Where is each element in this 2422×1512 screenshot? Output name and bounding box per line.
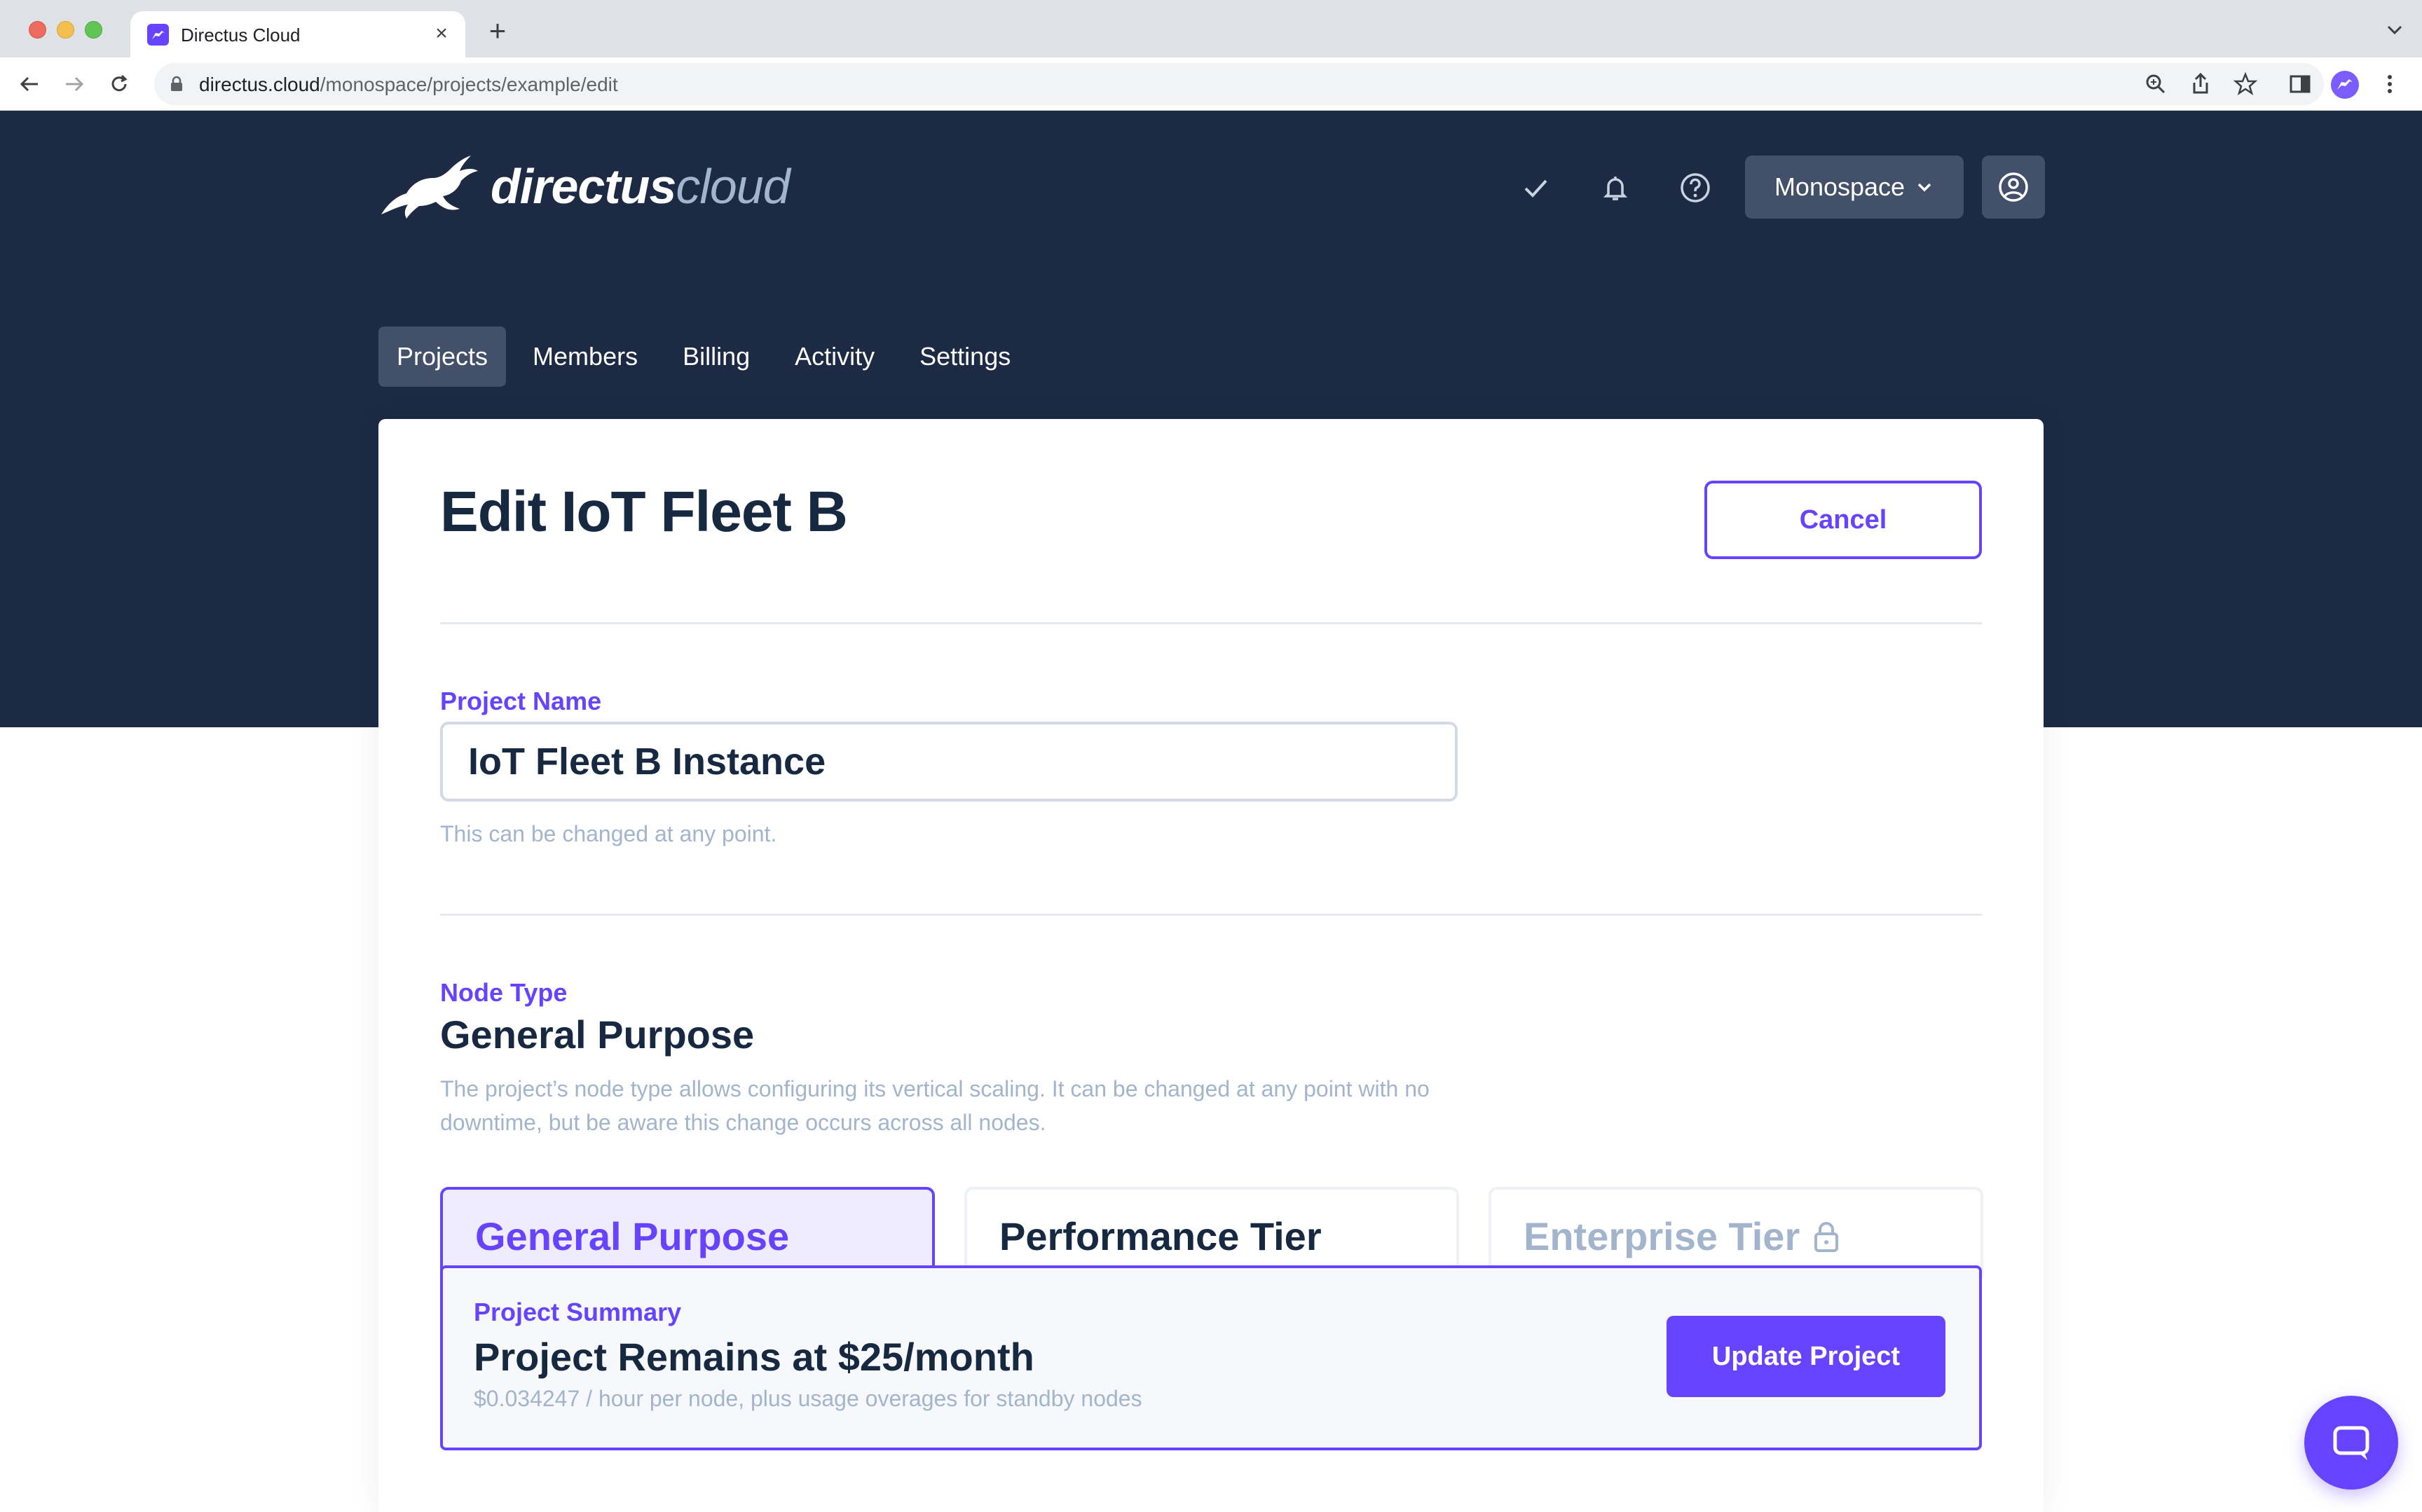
- profile-avatar[interactable]: [2331, 71, 2359, 99]
- user-circle-icon: [1999, 172, 2028, 202]
- window-minimize-button[interactable]: [57, 21, 74, 39]
- logo-word-directus: directus: [491, 159, 676, 214]
- lock-icon: [1814, 1221, 1839, 1252]
- side-panel-icon[interactable]: [2287, 71, 2313, 97]
- url-host: directus.cloud: [199, 74, 320, 95]
- browser-toolbar: directus.cloud/monospace/projects/exampl…: [0, 57, 2422, 111]
- share-icon[interactable]: [2188, 71, 2213, 97]
- directus-favicon-icon: [147, 24, 169, 46]
- tab-search-chevron-icon[interactable]: [2383, 20, 2407, 41]
- node-type-label: Node Type: [440, 978, 568, 1007]
- project-name-label: Project Name: [440, 687, 602, 715]
- new-tab-icon[interactable]: +: [484, 16, 512, 46]
- tier-name: General Purpose: [475, 1214, 790, 1258]
- bell-icon[interactable]: [1596, 169, 1634, 207]
- browser-tab-bar: Directus Cloud × +: [0, 0, 2422, 57]
- lock-icon: [171, 76, 182, 91]
- nav-tab-settings[interactable]: Settings: [901, 327, 1029, 387]
- project-name-input[interactable]: [440, 722, 1458, 802]
- nav-tab-projects[interactable]: Projects: [378, 327, 507, 387]
- summary-title: Project Remains at $25/month: [474, 1335, 1034, 1379]
- chat-icon: [2333, 1426, 2369, 1460]
- window-close-button[interactable]: [29, 21, 46, 39]
- browser-tab[interactable]: Directus Cloud ×: [130, 11, 465, 57]
- help-icon[interactable]: [1676, 169, 1714, 207]
- summary-subtitle: $0.034247 / hour per node, plus usage ov…: [474, 1386, 1142, 1411]
- logo-word-cloud: cloud: [676, 159, 790, 214]
- main-navigation: Projects Members Billing Activity Settin…: [378, 326, 1029, 387]
- summary-label: Project Summary: [474, 1298, 682, 1326]
- address-bar[interactable]: directus.cloud/monospace/projects/exampl…: [154, 63, 2324, 105]
- chevron-down-icon: [1917, 183, 1931, 192]
- nav-tab-activity[interactable]: Activity: [776, 327, 893, 387]
- browser-menu-icon[interactable]: [2377, 71, 2402, 97]
- check-icon[interactable]: [1517, 169, 1554, 207]
- user-menu-button[interactable]: [1982, 156, 2045, 219]
- tier-card-enterprise: Enterprise Tier: [1489, 1187, 1983, 1278]
- support-chat-button[interactable]: [2304, 1396, 2398, 1490]
- project-name-hint: This can be changed at any point.: [440, 821, 777, 846]
- node-type-description: The project’s node type allows configuri…: [440, 1076, 1430, 1135]
- forward-arrow-icon[interactable]: [62, 71, 87, 97]
- nav-tab-billing[interactable]: Billing: [664, 327, 768, 387]
- window-maximize-button[interactable]: [85, 21, 102, 39]
- bookmark-star-icon[interactable]: [2233, 71, 2258, 97]
- page-title: Edit IoT Fleet B: [440, 480, 848, 544]
- back-arrow-icon[interactable]: [17, 71, 42, 97]
- tier-name: Performance Tier: [999, 1214, 1322, 1258]
- organization-label: Monospace: [1774, 172, 1906, 201]
- url-path: /monospace/projects/example/edit: [320, 74, 618, 95]
- url-text: directus.cloud/monospace/projects/exampl…: [199, 74, 618, 96]
- nav-tab-members[interactable]: Members: [514, 327, 656, 387]
- divider: [440, 622, 1982, 624]
- edit-project-card: Edit IoT Fleet B Cancel Project Name Thi…: [378, 419, 2044, 1512]
- tier-name: Enterprise Tier: [1524, 1214, 1800, 1258]
- reload-icon[interactable]: [107, 71, 132, 97]
- tab-title: Directus Cloud: [181, 25, 301, 46]
- update-project-button[interactable]: Update Project: [1667, 1316, 1945, 1397]
- tab-close-icon[interactable]: ×: [429, 21, 454, 46]
- tier-name-wrap: Enterprise Tier: [1524, 1214, 1840, 1259]
- organization-dropdown[interactable]: Monospace: [1745, 156, 1964, 219]
- directus-cloud-logo[interactable]: directuscloud: [378, 153, 791, 220]
- node-type-value: General Purpose: [440, 1012, 755, 1057]
- divider: [440, 914, 1982, 916]
- project-summary-panel: Project Summary Project Remains at $25/m…: [440, 1265, 1982, 1450]
- zoom-icon[interactable]: [2143, 71, 2168, 97]
- tier-card-performance[interactable]: Performance Tier: [964, 1187, 1459, 1278]
- rabbit-logo-icon: [381, 156, 478, 219]
- tier-card-general-purpose[interactable]: General Purpose: [440, 1187, 935, 1278]
- logo-wordmark: directuscloud: [491, 158, 791, 214]
- cancel-button[interactable]: Cancel: [1704, 481, 1982, 559]
